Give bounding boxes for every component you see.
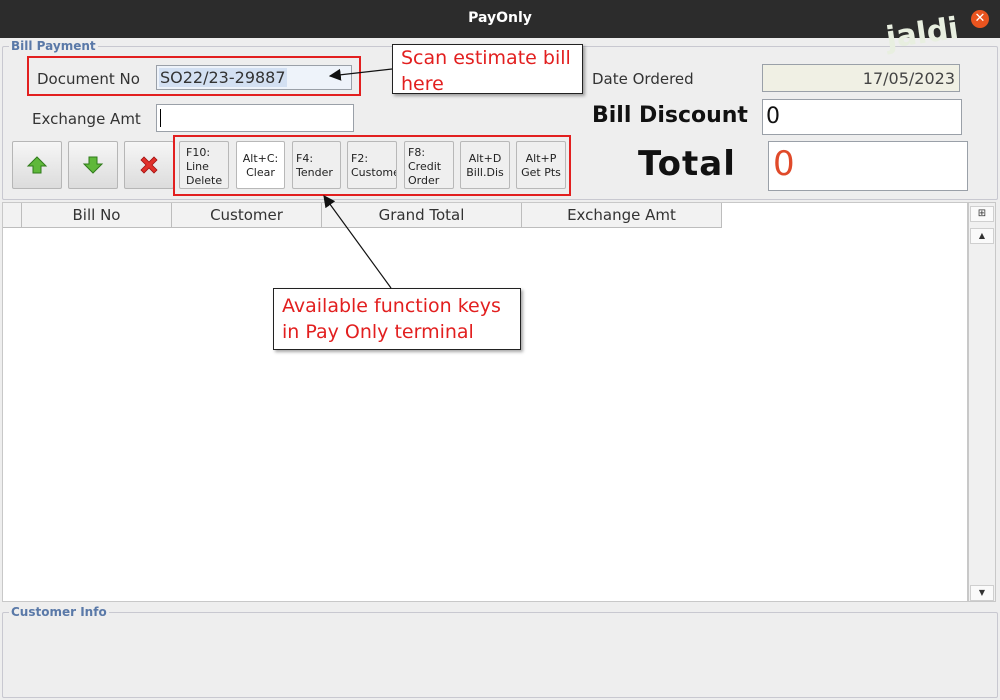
scan-callout-line-2: here	[401, 73, 444, 95]
column-header-customer[interactable]: Customer	[172, 203, 322, 228]
exchange-amt-input[interactable]	[156, 104, 354, 132]
column-header-bill-no[interactable]: Bill No	[22, 203, 172, 228]
close-icon[interactable]: ✕	[971, 10, 989, 28]
column-header-exchange-amt[interactable]: Exchange Amt	[522, 203, 722, 228]
bill-discount-value: 0	[766, 104, 780, 129]
table-header: Bill No Customer Grand Total Exchange Am…	[3, 203, 722, 228]
date-ordered-field: 17/05/2023	[762, 64, 960, 92]
move-up-button[interactable]	[12, 141, 62, 189]
customer-info-group: Customer Info	[2, 605, 998, 698]
customer-info-legend: Customer Info	[9, 605, 109, 619]
pay-only-window: Bill Payment jaldi Document No SO22/23-2…	[0, 11, 1000, 700]
function-keys-highlight-box	[173, 135, 571, 196]
bill-discount-input[interactable]: 0	[762, 99, 962, 135]
arrow-up-icon	[26, 156, 48, 174]
window-titlebar: PayOnly ✕	[0, 0, 1000, 38]
total-label: Total	[638, 144, 736, 184]
scan-callout-line-1: Scan estimate bill	[401, 47, 571, 69]
document-no-highlight-box	[27, 56, 361, 96]
scroll-up-icon[interactable]: ▲	[970, 228, 994, 244]
window-title: PayOnly	[468, 10, 532, 26]
bill-payment-legend: Bill Payment	[9, 39, 98, 53]
date-ordered-value: 17/05/2023	[862, 69, 955, 88]
function-keys-callout: Available function keys in Pay Only term…	[273, 288, 521, 350]
delete-button[interactable]	[124, 141, 174, 189]
bill-discount-label: Bill Discount	[592, 103, 748, 128]
scan-estimate-callout: Scan estimate bill here	[392, 44, 583, 95]
row-header-corner	[3, 203, 22, 228]
text-cursor	[160, 109, 161, 127]
column-header-grand-total[interactable]: Grand Total	[322, 203, 522, 228]
delete-x-icon	[140, 156, 158, 174]
move-down-button[interactable]	[68, 141, 118, 189]
scroll-down-icon[interactable]: ▼	[970, 585, 994, 601]
total-value: 0	[773, 144, 795, 184]
total-field: 0	[768, 141, 968, 191]
fkeys-callout-line-2: in Pay Only terminal	[282, 321, 474, 343]
fkeys-callout-line-1: Available function keys	[282, 295, 501, 317]
exchange-amt-label: Exchange Amt	[32, 110, 141, 128]
bill-table[interactable]: Bill No Customer Grand Total Exchange Am…	[2, 202, 968, 602]
column-chooser-icon[interactable]: ⊞	[970, 206, 994, 222]
arrow-down-icon	[82, 156, 104, 174]
vertical-scrollbar[interactable]: ⊞ ▲ ▼	[968, 202, 996, 602]
date-ordered-label: Date Ordered	[592, 70, 694, 88]
